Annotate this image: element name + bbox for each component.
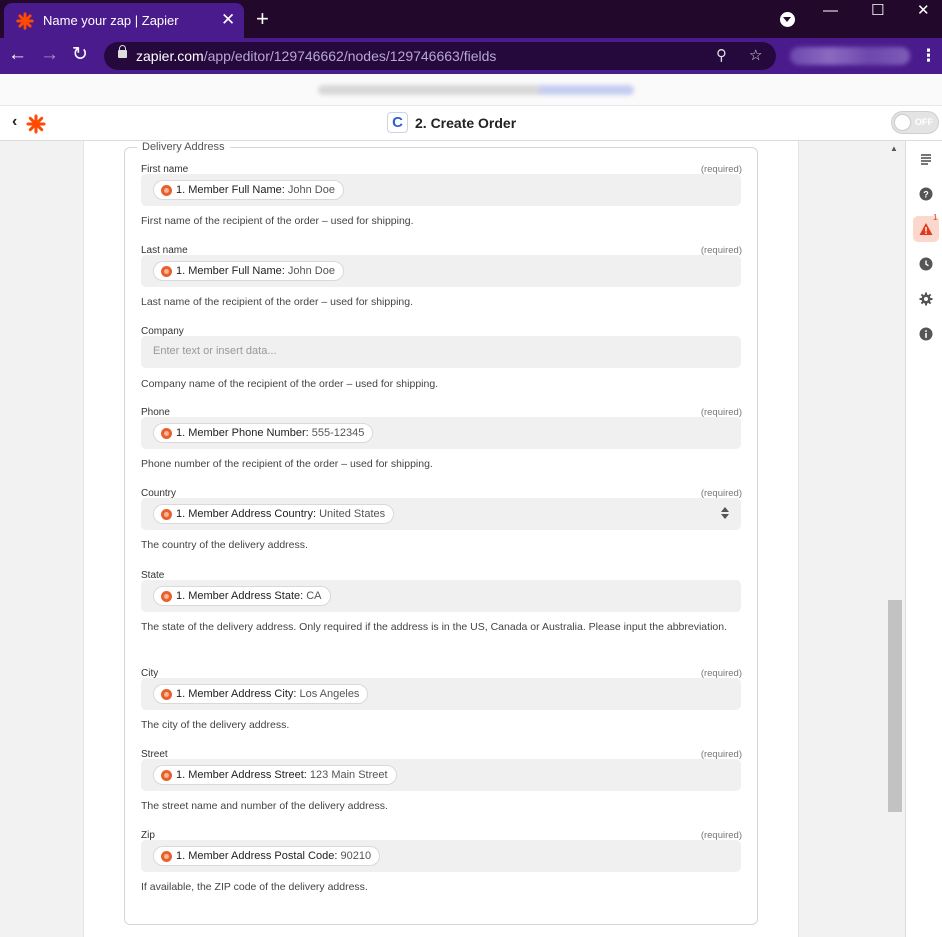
delivery-address-group: Delivery Address First name (required) 1… <box>124 141 758 925</box>
right-sidebar-rail: ? 1 <box>905 141 942 937</box>
maximize-button[interactable]: ☐ <box>871 2 884 20</box>
info-icon <box>919 327 933 341</box>
settings-icon <box>919 292 933 306</box>
editor-header: ‹ C 2. Create Order OFF <box>0 106 942 141</box>
zoom-icon[interactable]: ⚲ <box>716 47 727 65</box>
app-step-icon: C <box>387 112 408 133</box>
zap-on-off-toggle[interactable]: OFF <box>891 111 939 134</box>
data-pill[interactable]: 1. Member Full Name: John Doe <box>153 180 344 200</box>
tab-title: Name your zap | Zapier <box>43 13 179 28</box>
data-pill[interactable]: 1. Member Full Name: John Doe <box>153 261 344 281</box>
field-help-text: The state of the delivery address. Only … <box>141 621 727 633</box>
reload-icon[interactable]: ↻ <box>72 44 88 66</box>
trigger-step-icon <box>161 591 172 602</box>
field-help-text: If available, the ZIP code of the delive… <box>141 881 368 893</box>
alert-count-badge: 1 <box>933 213 938 222</box>
window-close-button[interactable]: ✕ <box>917 2 930 20</box>
first-name-input[interactable]: 1. Member Full Name: John Doe <box>141 174 741 206</box>
last-name-input[interactable]: 1. Member Full Name: John Doe <box>141 255 741 287</box>
toggle-knob <box>895 115 910 130</box>
trigger-step-icon <box>161 185 172 196</box>
browser-menu-icon[interactable]: ⋮ <box>920 46 937 66</box>
data-pill[interactable]: 1. Member Address State: CA <box>153 586 331 606</box>
step-fields-panel: Delivery Address First name (required) 1… <box>83 141 799 937</box>
field-help-text: Last name of the recipient of the order … <box>141 296 414 308</box>
trigger-step-icon <box>161 689 172 700</box>
banner-content <box>318 85 634 95</box>
history-icon <box>919 257 933 271</box>
help-icon: ? <box>919 187 933 201</box>
zapier-favicon-icon <box>16 12 34 30</box>
field-help-text: The street name and number of the delive… <box>141 800 388 812</box>
address-bar[interactable]: zapier.com/app/editor/129746662/nodes/12… <box>104 42 776 70</box>
tab-close-icon[interactable]: ✕ <box>221 10 235 30</box>
field-help-text: Phone number of the recipient of the ord… <box>141 458 433 470</box>
forward-arrow-icon[interactable]: → <box>40 44 59 66</box>
trigger-step-icon <box>161 266 172 277</box>
back-chevron-icon[interactable]: ‹ <box>12 112 17 132</box>
group-legend: Delivery Address <box>137 141 230 153</box>
minimize-button[interactable]: — <box>823 2 838 20</box>
toggle-label: OFF <box>915 117 933 127</box>
phone-input[interactable]: 1. Member Phone Number: 555-12345 <box>141 417 741 449</box>
trigger-step-icon <box>161 770 172 781</box>
settings-button[interactable] <box>913 286 939 312</box>
data-pill[interactable]: 1. Member Address Street: 123 Main Stree… <box>153 765 397 785</box>
help-button[interactable]: ? <box>913 181 939 207</box>
bookmark-star-icon[interactable]: ☆ <box>749 47 762 65</box>
street-input[interactable]: 1. Member Address Street: 123 Main Stree… <box>141 759 741 791</box>
browser-toolbar: ← → ↻ zapier.com/app/editor/129746662/no… <box>0 38 942 74</box>
dropdown-arrows-icon[interactable] <box>721 507 729 520</box>
scrollbar-thumb[interactable] <box>888 600 902 812</box>
alerts-button[interactable]: 1 <box>913 213 939 242</box>
history-button[interactable] <box>913 251 939 277</box>
notification-banner <box>0 74 942 106</box>
field-help-text: The country of the delivery address. <box>141 539 308 551</box>
browser-tab[interactable]: Name your zap | Zapier ✕ <box>4 3 244 38</box>
back-arrow-icon[interactable]: ← <box>8 44 27 66</box>
trigger-step-icon <box>161 509 172 520</box>
data-pill[interactable]: 1. Member Address Country: United States <box>153 504 395 524</box>
input-placeholder: Enter text or insert data... <box>153 345 277 357</box>
outline-icon <box>921 154 931 165</box>
lock-icon <box>118 45 127 58</box>
field-help-text: Company name of the recipient of the ord… <box>141 378 439 390</box>
browser-tab-bar: Name your zap | Zapier ✕ + — ☐ ✕ <box>0 0 942 38</box>
extensions-area <box>790 47 910 65</box>
data-pill[interactable]: 1. Member Address Postal Code: 90210 <box>153 846 381 866</box>
city-input[interactable]: 1. Member Address City: Los Angeles <box>141 678 741 710</box>
zapier-logo-icon[interactable] <box>26 114 46 134</box>
tab-search-icon[interactable] <box>780 12 795 27</box>
country-select[interactable]: 1. Member Address Country: United States <box>141 498 741 530</box>
zip-input[interactable]: 1. Member Address Postal Code: 90210 <box>141 840 741 872</box>
svg-text:?: ? <box>923 190 929 200</box>
trigger-step-icon <box>161 428 172 439</box>
data-pill[interactable]: 1. Member Phone Number: 555-12345 <box>153 423 374 443</box>
field-help-text: The city of the delivery address. <box>141 719 290 731</box>
scroll-up-arrow-icon[interactable]: ▲ <box>890 144 898 153</box>
url-text: zapier.com/app/editor/129746662/nodes/12… <box>136 48 497 64</box>
editor-canvas: Delivery Address First name (required) 1… <box>0 141 905 937</box>
step-title[interactable]: 2. Create Order <box>415 115 516 131</box>
trigger-step-icon <box>161 851 172 862</box>
company-input[interactable]: Enter text or insert data... <box>141 336 741 368</box>
outline-button[interactable] <box>913 146 939 172</box>
new-tab-button[interactable]: + <box>256 6 269 32</box>
field-help-text: First name of the recipient of the order… <box>141 215 414 227</box>
data-pill[interactable]: 1. Member Address City: Los Angeles <box>153 684 369 704</box>
state-input[interactable]: 1. Member Address State: CA <box>141 580 741 612</box>
alert-icon <box>919 223 933 235</box>
info-button[interactable] <box>913 321 939 347</box>
